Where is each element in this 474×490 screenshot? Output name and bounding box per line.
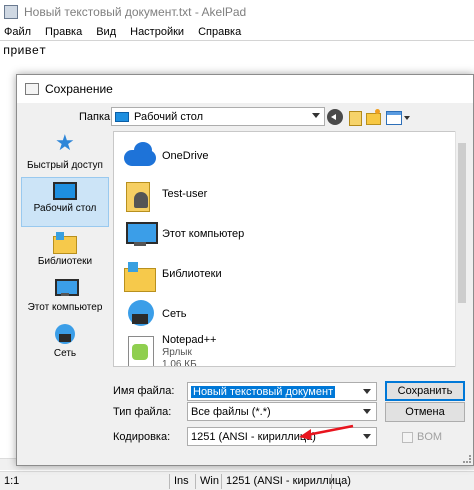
filename-input[interactable]: Новый текстовый документ: [187, 382, 377, 401]
item-name: Этот компьютер: [162, 228, 245, 240]
computer-icon: [53, 277, 79, 299]
list-item[interactable]: Этот компьютер: [118, 216, 418, 254]
item-name: Test-user: [162, 188, 208, 200]
status-encoding: 1251 (ANSI - кириллица): [222, 473, 351, 489]
window-title: Новый текстовый документ.txt - AkelPad: [24, 5, 247, 19]
status-insert-mode: Ins: [170, 473, 196, 489]
filetype-label: Тип файла:: [113, 406, 172, 418]
chevron-down-icon[interactable]: [363, 409, 371, 414]
file-list[interactable]: OneDrive Test-user Этот компьютер Библио…: [113, 131, 457, 367]
place-quick-access[interactable]: Быстрый доступ: [21, 131, 109, 181]
filetype-value: Все файлы (*.*): [191, 405, 271, 418]
desktop-icon: [53, 182, 77, 200]
notepadpp-icon: [124, 336, 156, 366]
back-icon[interactable]: [327, 109, 343, 125]
star-icon: [53, 131, 77, 157]
place-label: Быстрый доступ: [27, 160, 103, 171]
libraries-icon: [53, 231, 77, 254]
up-folder-icon[interactable]: [347, 109, 363, 126]
menu-settings[interactable]: Настройки: [130, 26, 184, 38]
item-name: OneDrive: [162, 150, 209, 162]
chevron-down-icon[interactable]: [363, 434, 371, 439]
annotation-arrow: [299, 424, 354, 440]
menu-help[interactable]: Справка: [198, 26, 241, 38]
place-this-pc[interactable]: Этот компьютер: [21, 273, 109, 323]
scrollbar-thumb[interactable]: [458, 143, 466, 303]
libraries-icon: [124, 260, 156, 292]
new-folder-icon[interactable]: [365, 109, 381, 125]
list-item[interactable]: Сеть: [118, 296, 418, 334]
file-list-scrollbar[interactable]: [455, 131, 467, 367]
folder-select[interactable]: Рабочий стол: [111, 107, 325, 126]
place-label: Сеть: [53, 348, 77, 359]
bom-label: BOM: [417, 431, 443, 443]
item-name: Библиотеки: [162, 268, 222, 280]
annotation-arrow-shaft: [306, 424, 354, 437]
menu-file[interactable]: Файл: [4, 26, 31, 38]
folder-row: Папка: Рабочий стол: [17, 105, 473, 129]
dialog-titlebar: Сохранение: [17, 75, 473, 103]
user-folder-icon: [124, 180, 156, 212]
save-dialog: Сохранение Папка: Рабочий стол Быстрый д…: [16, 74, 474, 466]
view-menu-icon[interactable]: [385, 109, 413, 125]
annotation-arrow-head: [299, 429, 311, 440]
filename-value[interactable]: Новый текстовый документ: [191, 385, 336, 398]
network-icon: [124, 300, 156, 330]
status-position: 1:1: [0, 473, 170, 489]
folder-value: Рабочий стол: [134, 110, 204, 123]
resize-grip-icon[interactable]: [463, 455, 471, 463]
bom-checkbox[interactable]: BOM: [402, 431, 442, 443]
item-name: Notepad++: [162, 334, 217, 346]
filename-label: Имя файла:: [113, 385, 175, 397]
editor-content[interactable]: привет: [3, 44, 46, 58]
places-bar: Быстрый доступ Рабочий стол Библиотеки Э…: [21, 131, 109, 367]
menu-bar: Файл Правка Вид Настройки Справка: [0, 24, 474, 40]
folder-label: Папка:: [79, 111, 114, 123]
place-label: Этот компьютер: [27, 302, 103, 313]
item-type: Ярлык: [162, 347, 192, 358]
desktop-icon: [115, 111, 129, 122]
item-size: 1,06 КБ: [162, 359, 197, 367]
save-button[interactable]: Сохранить: [385, 381, 465, 401]
onedrive-cloud-icon: [124, 140, 156, 170]
menu-edit[interactable]: Правка: [45, 26, 82, 38]
dialog-title: Сохранение: [45, 82, 113, 96]
item-name: Сеть: [162, 308, 187, 320]
network-icon: [53, 323, 77, 345]
list-item[interactable]: Test-user: [118, 176, 418, 214]
cancel-button[interactable]: Отмена: [385, 402, 465, 422]
place-label: Рабочий стол: [33, 203, 97, 214]
computer-icon: [124, 220, 158, 250]
place-libraries[interactable]: Библиотеки: [21, 227, 109, 277]
checkbox-box[interactable]: [402, 431, 413, 443]
place-label: Библиотеки: [37, 256, 93, 267]
app-titlebar: Новый текстовый документ.txt - AkelPad: [0, 0, 474, 24]
chevron-down-icon[interactable]: [312, 113, 320, 118]
akelpad-app-icon: [4, 5, 18, 19]
list-item[interactable]: Библиотеки: [118, 256, 418, 294]
place-network[interactable]: Сеть: [21, 319, 109, 369]
status-newline: Win: [196, 473, 222, 489]
list-item[interactable]: Notepad++ Ярлык 1,06 КБ: [118, 332, 418, 367]
status-bar: 1:1 Ins Win 1251 (ANSI - кириллица): [0, 471, 474, 490]
encoding-label: Кодировка:: [113, 431, 171, 443]
list-item[interactable]: OneDrive: [118, 136, 418, 174]
dialog-window-icon: [25, 83, 39, 95]
place-desktop[interactable]: Рабочий стол: [21, 177, 109, 227]
menu-view[interactable]: Вид: [96, 26, 116, 38]
chevron-down-icon[interactable]: [363, 389, 371, 394]
filetype-select[interactable]: Все файлы (*.*): [187, 402, 377, 421]
